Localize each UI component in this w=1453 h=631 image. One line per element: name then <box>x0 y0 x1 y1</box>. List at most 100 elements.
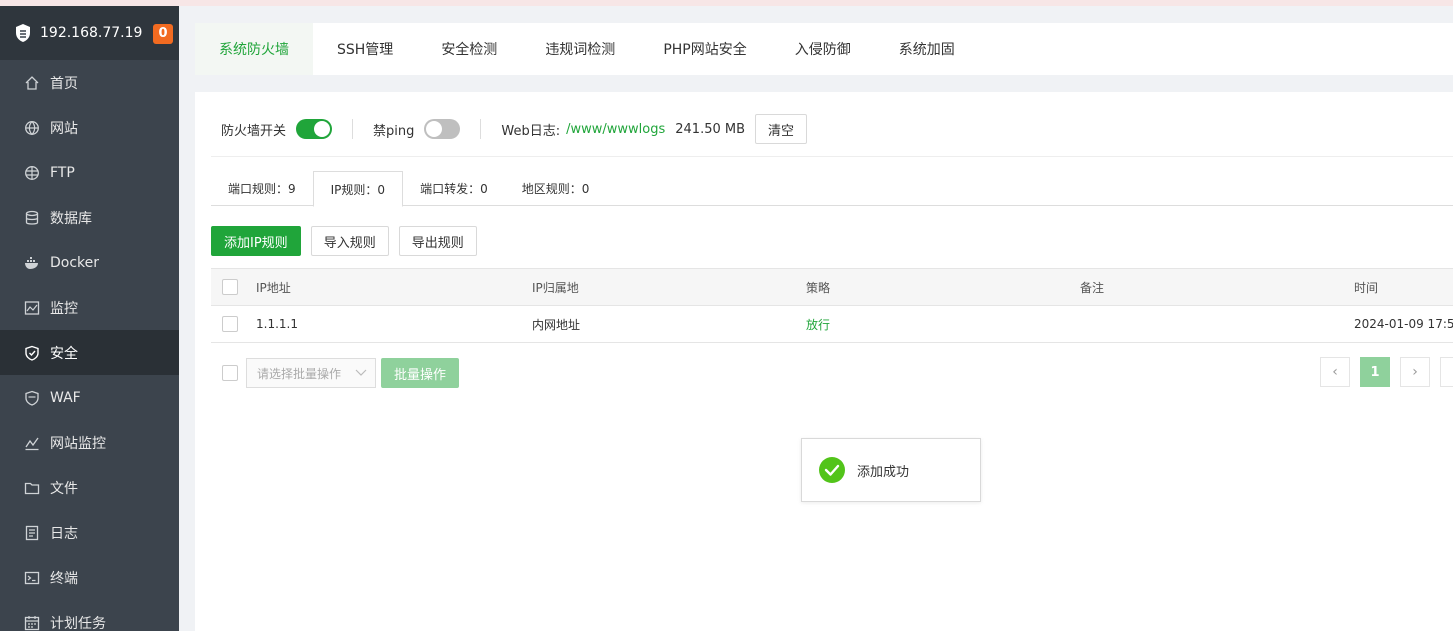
sidebar-item-9[interactable]: 文件 <box>0 465 179 510</box>
export-rules-button[interactable]: 导出规则 <box>398 226 477 256</box>
success-toast: 添加成功 <box>801 438 981 502</box>
next-page-button[interactable]: › <box>1400 357 1430 387</box>
sidebar-item-3[interactable]: 数据库 <box>0 195 179 240</box>
batch-select-checkbox[interactable] <box>222 365 238 381</box>
sidebar-item-11[interactable]: 终端 <box>0 555 179 600</box>
sidebar-item-label: WAF <box>50 389 81 406</box>
subtab-0[interactable]: 端口规则：9 <box>211 171 313 206</box>
col-time: 时间 <box>1354 280 1379 295</box>
table-row[interactable]: 1.1.1.1 内网地址 放行 2024-01-09 17:55 <box>211 306 1453 343</box>
log-icon <box>25 525 39 540</box>
sidebar-item-7[interactable]: WAF <box>0 375 179 420</box>
sidebar-item-10[interactable]: 日志 <box>0 510 179 555</box>
server-header[interactable]: 192.168.77.19 0 <box>0 6 179 60</box>
weblog-path-link[interactable]: /www/wwwlogs <box>566 122 665 137</box>
sidebar-item-label: 日志 <box>50 525 78 542</box>
firewall-switch-label: 防火墙开关 <box>221 123 287 139</box>
page-size-select[interactable] <box>1440 357 1453 387</box>
tab-2[interactable]: 安全检测 <box>417 23 521 75</box>
weblog-label: Web日志: <box>501 123 561 139</box>
import-rules-button[interactable]: 导入规则 <box>310 226 389 256</box>
pagination: ‹ 1 › <box>1320 357 1453 387</box>
waf-shield-icon <box>25 390 39 406</box>
tab-3[interactable]: 违规词检测 <box>521 23 639 75</box>
batch-select-placeholder: 请选择批量操作 <box>257 366 342 381</box>
notification-badge[interactable]: 0 <box>153 24 173 44</box>
clear-log-button[interactable]: 清空 <box>755 114 808 144</box>
main-area: 系统防火墙 SSH管理 安全检测 违规词检测 PHP网站安全 入侵防御 系统加固 防火墙开关… <box>179 6 1453 631</box>
sidebar: 192.168.77.19 0 首页网站 FTP 数据库 Docker 监控安全 WAF 网… <box>0 6 179 631</box>
sidebar-item-2[interactable]: FTP <box>0 150 179 195</box>
select-all-checkbox[interactable] <box>222 279 238 295</box>
globe-icon <box>25 120 39 135</box>
col-note: 备注 <box>1080 280 1105 295</box>
sidebar-item-1[interactable]: 网站 <box>0 105 179 150</box>
rule-actions: 添加IP规则 导入规则 导出规则 <box>211 226 477 256</box>
col-policy: 策略 <box>806 280 831 295</box>
sidebar-item-label: 数据库 <box>50 210 92 227</box>
ping-switch[interactable] <box>424 119 461 139</box>
switch-knob <box>426 121 443 137</box>
firewall-switch[interactable] <box>296 119 333 139</box>
security-tabbar: 系统防火墙 SSH管理 安全检测 违规词检测 PHP网站安全 入侵防御 系统加固 <box>195 23 1453 75</box>
folder-icon <box>24 482 40 494</box>
sidebar-item-6[interactable]: 安全 <box>0 330 179 375</box>
firewall-controls: 防火墙开关 禁ping Web日志: /www/wwwlogs 241.50 M… <box>221 112 808 146</box>
shield-icon <box>25 345 39 361</box>
tab-5[interactable]: 入侵防御 <box>771 23 875 75</box>
sidebar-item-label: 文件 <box>50 480 78 497</box>
sidebar-item-label: 终端 <box>50 570 78 587</box>
cell-time: 2024-01-09 17:55 <box>1354 317 1453 331</box>
monitor-icon <box>24 300 40 315</box>
sidebar-nav: 首页网站 FTP 数据库 Docker 监控安全 WAF 网站监控文件日志终端计划任务 <box>0 60 179 631</box>
col-location: IP归属地 <box>532 280 579 295</box>
subtab-2[interactable]: 端口转发：0 <box>403 171 505 206</box>
ip-rules-table: IP地址 IP归属地 策略 备注 时间 1.1.1.1 内网地址 放行 2024… <box>211 268 1453 343</box>
ping-switch-label: 禁ping <box>373 123 415 139</box>
terminal-icon <box>24 571 40 584</box>
sidebar-item-8[interactable]: 网站监控 <box>0 420 179 465</box>
docker-icon <box>25 256 38 269</box>
sidebar-item-label: Docker <box>50 254 100 271</box>
subtab-3[interactable]: 地区规则：0 <box>505 171 607 206</box>
sidebar-item-label: 网站 <box>50 120 78 137</box>
rule-subtabs: 端口规则：9 IP规则：0 端口转发：0 地区规则：0 <box>211 171 1453 207</box>
database-icon <box>25 210 39 225</box>
sidebar-item-label: FTP <box>50 164 75 181</box>
calendar-icon <box>24 615 40 630</box>
table-header-row: IP地址 IP归属地 策略 备注 时间 <box>211 269 1453 306</box>
sidebar-item-label: 计划任务 <box>50 615 106 631</box>
home-icon <box>25 75 39 90</box>
batch-operation-button[interactable]: 批量操作 <box>381 358 460 388</box>
add-ip-rule-button[interactable]: 添加IP规则 <box>211 226 301 256</box>
tab-1[interactable]: SSH管理 <box>313 23 417 75</box>
batch-operation-select[interactable]: 请选择批量操作 <box>246 358 376 388</box>
sidebar-item-4[interactable]: Docker <box>0 240 179 285</box>
prev-page-button[interactable]: ‹ <box>1320 357 1350 387</box>
sidebar-item-12[interactable]: 计划任务 <box>0 600 179 631</box>
check-circle-icon <box>819 457 845 483</box>
subtab-1[interactable]: IP规则：0 <box>312 171 404 207</box>
toast-message: 添加成功 <box>857 464 910 480</box>
batch-bar: 请选择批量操作 批量操作 <box>211 357 1453 389</box>
sidebar-item-label: 网站监控 <box>50 435 106 452</box>
cell-policy: 放行 <box>806 317 831 332</box>
server-ip: 192.168.77.19 <box>40 25 143 41</box>
sidebar-item-label: 监控 <box>50 300 78 317</box>
chart-icon <box>25 437 39 450</box>
cell-location: 内网地址 <box>532 317 581 332</box>
sidebar-item-5[interactable]: 监控 <box>0 285 179 330</box>
tab-6[interactable]: 系统加固 <box>875 23 979 75</box>
page-1-button[interactable]: 1 <box>1360 357 1390 387</box>
sidebar-item-0[interactable]: 首页 <box>0 60 179 105</box>
divider <box>211 156 1453 157</box>
divider <box>352 119 354 139</box>
switch-knob <box>314 121 331 137</box>
server-logo-icon <box>16 24 30 42</box>
tab-0[interactable]: 系统防火墙 <box>195 23 313 75</box>
col-ip: IP地址 <box>256 280 291 295</box>
divider <box>480 119 482 139</box>
firewall-panel: 防火墙开关 禁ping Web日志: /www/wwwlogs 241.50 M… <box>195 92 1453 631</box>
tab-4[interactable]: PHP网站安全 <box>639 23 770 75</box>
row-checkbox[interactable] <box>222 316 238 332</box>
